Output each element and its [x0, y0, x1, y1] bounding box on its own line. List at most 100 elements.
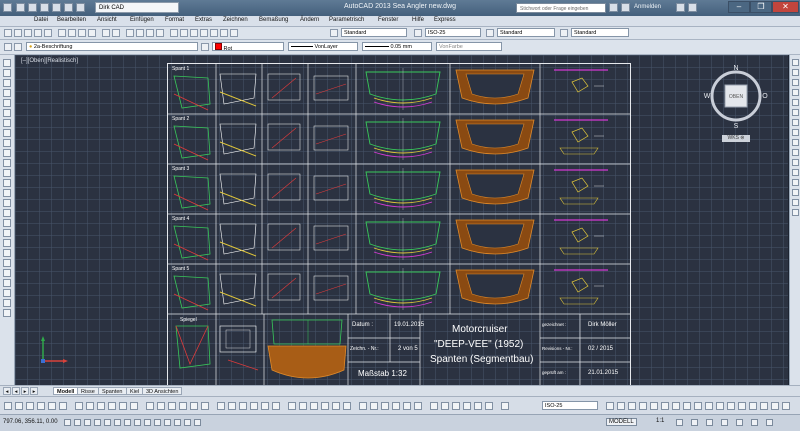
hatch-icon[interactable] — [3, 199, 11, 207]
ellipse-arc-icon[interactable] — [3, 159, 11, 167]
tool-palettes-icon[interactable] — [190, 29, 198, 37]
cone-icon[interactable] — [250, 402, 258, 410]
dim-style-icon[interactable] — [414, 29, 422, 37]
layer-prev-icon[interactable] — [606, 402, 614, 410]
menu-zeichnen[interactable]: Zeichnen — [223, 17, 248, 23]
layer-restore-icon[interactable] — [771, 402, 779, 410]
text-style-icon[interactable] — [330, 29, 338, 37]
help-icon[interactable] — [688, 3, 697, 12]
view-controls-label[interactable]: [–][Oben][Realistisch] — [21, 58, 78, 64]
layer-walk-icon[interactable] — [672, 402, 680, 410]
mirror-icon[interactable] — [792, 79, 799, 86]
point-icon[interactable] — [3, 189, 11, 197]
search-input[interactable]: Stichwort oder Frage eingeben — [516, 3, 606, 13]
menu-ansicht[interactable]: Ansicht — [97, 17, 117, 23]
layer-translate-icon[interactable] — [749, 402, 757, 410]
3d-osnap-icon[interactable] — [114, 419, 121, 426]
dim-edit-icon[interactable] — [501, 402, 509, 410]
helix-icon[interactable] — [3, 299, 11, 307]
next-tab-icon[interactable]: ▸ — [21, 387, 29, 395]
circle-icon[interactable] — [3, 119, 11, 127]
dist-icon[interactable] — [86, 402, 94, 410]
scale-icon[interactable] — [792, 129, 799, 136]
menu-datei[interactable]: Datei — [34, 17, 48, 23]
tab-risse[interactable]: Risse — [77, 387, 99, 395]
slice-icon[interactable] — [343, 402, 351, 410]
lwt-icon[interactable] — [154, 419, 161, 426]
sc-icon[interactable] — [184, 419, 191, 426]
boundary-icon[interactable] — [3, 269, 11, 277]
list-icon[interactable] — [108, 402, 116, 410]
layer-properties-icon[interactable] — [4, 43, 12, 51]
zoom-window-icon[interactable] — [146, 29, 154, 37]
baseline-icon[interactable] — [452, 402, 460, 410]
copy-object-icon[interactable] — [792, 69, 799, 76]
zoom-previous-icon[interactable] — [156, 29, 164, 37]
gradient-icon[interactable] — [3, 209, 11, 217]
construction-line-icon[interactable] — [3, 69, 11, 77]
minimize-button[interactable]: – — [728, 1, 750, 13]
fillet-icon[interactable] — [792, 199, 799, 206]
ortho-icon[interactable] — [84, 419, 91, 426]
layer-select[interactable]: ● 2a-Beschriftung — [26, 42, 198, 51]
pan-icon[interactable] — [126, 29, 134, 37]
trim-icon[interactable] — [792, 149, 799, 156]
break-icon[interactable] — [792, 169, 799, 176]
stretch-icon[interactable] — [792, 139, 799, 146]
annotation-scale[interactable]: 1:1 — [656, 418, 664, 424]
layer-freeze-icon[interactable] — [639, 402, 647, 410]
drawing-sheet[interactable]: Spant 1 Spant 2 Spant 3 Spant 4 Spant 5 … — [167, 63, 631, 385]
menu-fenster[interactable]: Fenster — [378, 17, 398, 23]
insert-block-icon[interactable] — [3, 169, 11, 177]
multileader-style-select[interactable]: Standard — [571, 28, 629, 37]
dim-diameter-icon[interactable] — [414, 402, 422, 410]
menu-aendern[interactable]: Ändern — [300, 17, 319, 23]
markup-icon[interactable] — [210, 29, 218, 37]
search-icon[interactable] — [609, 3, 618, 12]
dim-radius-icon[interactable] — [403, 402, 411, 410]
design-center-icon[interactable] — [180, 29, 188, 37]
dim-style-bottom-select[interactable]: ISO-25 — [542, 401, 598, 410]
auto-scale-icon[interactable] — [691, 419, 698, 426]
zoom-extents-icon[interactable] — [26, 402, 34, 410]
tolerance-icon[interactable] — [474, 402, 482, 410]
help-icon[interactable] — [230, 29, 238, 37]
erase-icon[interactable] — [792, 59, 799, 66]
plotstyle-select[interactable]: VonFarbe — [436, 42, 502, 51]
region-icon[interactable] — [3, 219, 11, 227]
layer-merge-icon[interactable] — [683, 402, 691, 410]
zoom-realtime-icon[interactable] — [136, 29, 144, 37]
revision-cloud-icon[interactable] — [3, 129, 11, 137]
wedge-icon[interactable] — [261, 402, 269, 410]
properties-icon[interactable] — [170, 29, 178, 37]
layer-off-icon[interactable] — [628, 402, 636, 410]
array-icon[interactable] — [792, 99, 799, 106]
union-icon[interactable] — [310, 402, 318, 410]
donut-icon[interactable] — [3, 289, 11, 297]
clean-screen-icon[interactable] — [766, 419, 773, 426]
redo-icon[interactable] — [112, 29, 120, 37]
table-style-icon[interactable] — [486, 29, 494, 37]
ellipse-icon[interactable] — [3, 149, 11, 157]
layer-filter-icon[interactable] — [760, 402, 768, 410]
polyline-icon[interactable] — [3, 79, 11, 87]
extend-icon[interactable] — [792, 159, 799, 166]
calculator-icon[interactable] — [220, 29, 228, 37]
workspace-switch-icon[interactable] — [706, 419, 713, 426]
new-icon[interactable] — [4, 29, 12, 37]
save-icon[interactable] — [24, 29, 32, 37]
lock-icon[interactable] — [721, 419, 728, 426]
rectangle-icon[interactable] — [3, 99, 11, 107]
intersect-icon[interactable] — [332, 402, 340, 410]
text-style-select[interactable]: Standard — [341, 28, 407, 37]
otrack-icon[interactable] — [124, 419, 131, 426]
layer-on-icon[interactable] — [727, 402, 735, 410]
mtext-icon[interactable] — [3, 239, 11, 247]
prev-tab-icon[interactable]: ◂ — [12, 387, 20, 395]
extrude-icon[interactable] — [288, 402, 296, 410]
model-viewport[interactable]: [–][Oben][Realistisch] OBEN N S W O WKS … — [15, 55, 788, 385]
open-icon[interactable] — [14, 29, 22, 37]
cut-icon[interactable] — [58, 29, 66, 37]
add-selected-icon[interactable] — [3, 249, 11, 257]
join-icon[interactable] — [792, 179, 799, 186]
